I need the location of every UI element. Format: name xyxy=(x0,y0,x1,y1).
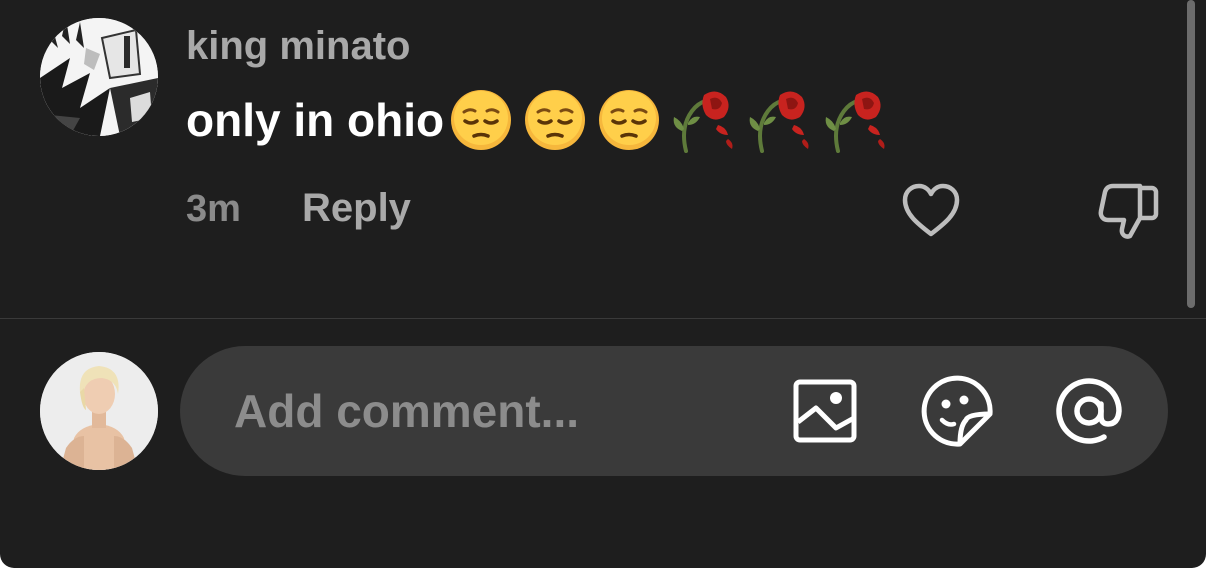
sticker-button[interactable] xyxy=(920,374,994,448)
at-icon xyxy=(1056,378,1122,444)
comment-input-bar xyxy=(180,346,1168,476)
like-button[interactable] xyxy=(900,182,962,238)
dislike-button[interactable] xyxy=(1096,180,1160,242)
current-user-avatar[interactable] xyxy=(40,352,158,470)
attach-image-button[interactable] xyxy=(792,378,858,444)
scrollbar[interactable] xyxy=(1187,0,1195,308)
comment-body: only in ohio xyxy=(186,87,898,153)
pensive-face-icon xyxy=(525,90,586,150)
wilted-rose-icon xyxy=(825,91,885,153)
pensive-face-icon xyxy=(451,90,512,150)
comment-input[interactable] xyxy=(234,376,774,446)
commenter-avatar[interactable] xyxy=(40,18,158,136)
emoji-row xyxy=(448,87,898,153)
comment-username[interactable]: king minato xyxy=(186,24,410,69)
wilted-rose-icon xyxy=(749,91,809,153)
comment-thread: king minato only in ohio 3m Reply Add co… xyxy=(0,0,1206,568)
divider xyxy=(0,318,1206,319)
image-icon xyxy=(793,379,857,443)
mention-button[interactable] xyxy=(1052,374,1126,448)
wilted-rose-icon xyxy=(673,91,733,153)
comment-text: only in ohio xyxy=(186,94,445,146)
thumbs-down-icon xyxy=(1098,183,1159,239)
sticker-icon xyxy=(921,375,993,447)
reply-button[interactable]: Reply xyxy=(302,186,411,231)
comment-timestamp: 3m xyxy=(186,188,241,230)
pensive-face-icon xyxy=(599,90,660,150)
heart-icon xyxy=(902,183,960,237)
